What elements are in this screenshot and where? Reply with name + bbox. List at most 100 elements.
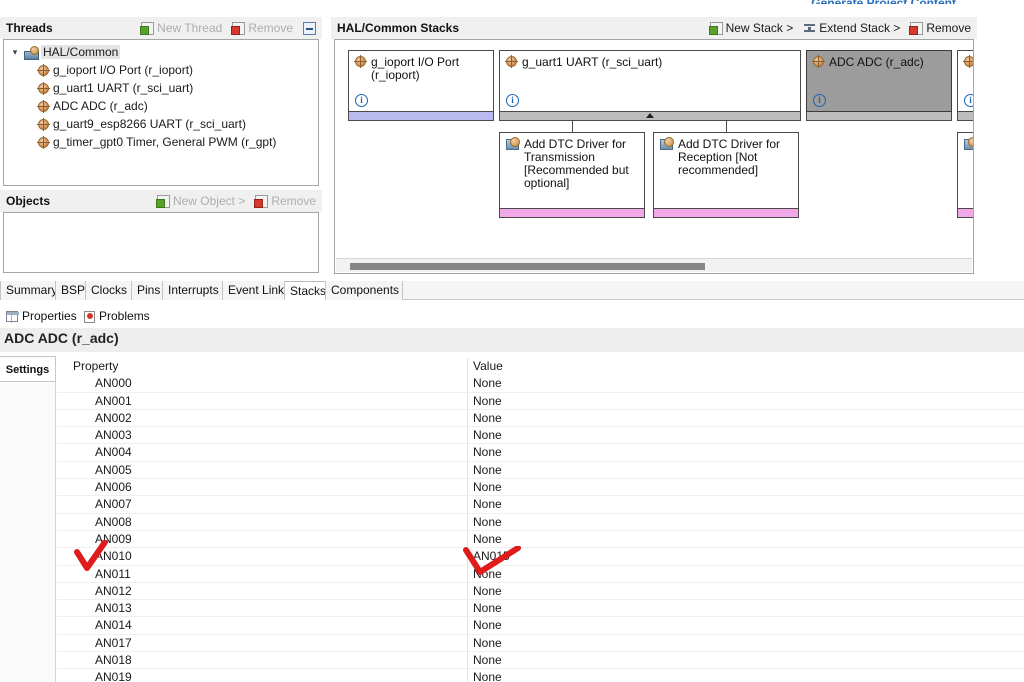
table-row[interactable]: AN002 None <box>57 410 1024 428</box>
tree-item-g-uart9-esp8266[interactable]: g_uart9_esp8266 UART (r_sci_uart) <box>4 115 318 133</box>
objects-list[interactable] <box>3 212 319 273</box>
new-object-label: New Object > <box>172 194 246 208</box>
table-row[interactable]: AN001 None <box>57 393 1024 410</box>
expand-up-arrow-icon[interactable] <box>646 113 654 118</box>
stack-module-g-uart1[interactable]: g_uart1 UART (r_sci_uart) i <box>499 50 801 112</box>
remove-stack-button[interactable]: Remove <box>909 17 971 39</box>
table-row[interactable]: AN012 None <box>57 583 1024 601</box>
tree-item-g-uart1[interactable]: g_uart1 UART (r_sci_uart) <box>4 79 318 97</box>
stacks-toolbar: New Stack > Extend Stack > Remove <box>708 17 977 39</box>
properties-header: ADC ADC (r_adc) <box>0 328 1024 352</box>
stack-module-adc[interactable]: ADC ADC (r_adc) i <box>806 50 952 112</box>
table-row[interactable]: AN014 None <box>57 617 1024 635</box>
row-value[interactable]: None <box>473 515 502 529</box>
row-value[interactable]: None <box>473 463 502 477</box>
stack-module-status-bar <box>957 112 973 121</box>
stack-child-box[interactable] <box>957 132 973 209</box>
tree-item-hal-common[interactable]: ▾ HAL/Common <box>4 43 318 61</box>
table-row[interactable]: AN013 None <box>57 600 1024 618</box>
row-value[interactable]: AN015 <box>473 549 510 563</box>
table-row[interactable]: AN000 None <box>57 375 1024 393</box>
tab-clocks[interactable]: Clocks <box>85 281 132 300</box>
tab-pins[interactable]: Pins <box>131 281 163 300</box>
row-value[interactable]: None <box>473 394 502 408</box>
tab-settings[interactable]: Settings <box>0 358 56 382</box>
row-value[interactable]: None <box>473 532 502 546</box>
tab-event-links[interactable]: Event Links <box>222 281 290 300</box>
row-value[interactable]: None <box>473 584 502 598</box>
info-icon[interactable]: i <box>355 94 368 107</box>
tree-item-g-ioport[interactable]: g_ioport I/O Port (r_ioport) <box>4 61 318 79</box>
extend-stack-button[interactable]: Extend Stack > <box>803 17 900 39</box>
generate-project-content-link[interactable]: Generate Project Content <box>811 0 956 4</box>
tab-summary[interactable]: Summary <box>0 281 57 300</box>
row-value[interactable]: None <box>473 618 502 632</box>
row-value[interactable]: None <box>473 411 502 425</box>
row-value[interactable]: None <box>473 670 502 682</box>
row-value[interactable]: None <box>473 636 502 650</box>
new-thread-button[interactable]: New Thread <box>140 17 222 39</box>
stacks-diagram-canvas[interactable]: g_ioport I/O Port (r_ioport) i g_uart1 U… <box>334 39 974 274</box>
threads-tree[interactable]: ▾ HAL/Common g_ioport I/O Port (r_ioport… <box>3 39 319 186</box>
table-row[interactable]: AN004 None <box>57 444 1024 462</box>
table-row[interactable]: AN011 None <box>57 566 1024 583</box>
stack-child-box[interactable]: Add DTC Driver for Reception [Not recomm… <box>653 132 799 209</box>
table-row[interactable]: AN005 None <box>57 462 1024 480</box>
objects-toolbar: New Object > Remove <box>155 190 322 212</box>
table-row[interactable]: AN018 None <box>57 652 1024 670</box>
table-row[interactable]: AN006 None <box>57 479 1024 497</box>
tree-item-adc[interactable]: ADC ADC (r_adc) <box>4 97 318 115</box>
table-row[interactable]: AN007 None <box>57 496 1024 514</box>
tab-stacks[interactable]: Stacks <box>284 281 326 300</box>
stack-module-partial[interactable]: i <box>957 50 973 112</box>
remove-object-button[interactable]: Remove <box>254 190 316 212</box>
chevron-down-icon[interactable]: ▾ <box>10 47 20 58</box>
module-icon <box>354 55 367 68</box>
new-stack-button[interactable]: New Stack > <box>708 17 793 39</box>
remove-thread-button[interactable]: Remove <box>231 17 293 39</box>
stack-column-partial: i <box>957 50 973 218</box>
threads-view-title-bar: Threads New Thread Remove <box>0 17 322 39</box>
properties-icon <box>6 311 19 323</box>
stacks-view-title-bar: HAL/Common Stacks New Stack > Extend Sta… <box>331 17 977 39</box>
table-row[interactable]: AN008 None <box>57 514 1024 531</box>
table-row[interactable]: AN003 None <box>57 427 1024 445</box>
row-value[interactable]: None <box>473 428 502 442</box>
table-row[interactable]: AN010 AN015 <box>57 548 1024 566</box>
stack-module-g-ioport[interactable]: g_ioport I/O Port (r_ioport) i <box>348 50 494 112</box>
collapse-all-icon[interactable] <box>303 21 316 35</box>
scrollbar-thumb[interactable] <box>350 263 705 270</box>
remove-object-label: Remove <box>271 194 316 208</box>
row-property: AN018 <box>95 653 132 668</box>
properties-table[interactable]: Property Value AN000 None AN001 None AN002… <box>57 358 1024 682</box>
tree-item-g-timer-gpt0[interactable]: g_timer_gpt0 Timer, General PWM (r_gpt) <box>4 133 318 151</box>
row-value[interactable]: None <box>473 480 502 494</box>
info-icon[interactable]: i <box>506 94 519 107</box>
row-property: AN011 <box>95 566 131 581</box>
ide-window: Generate Project Content Threads New Thr… <box>0 0 1024 682</box>
tab-components[interactable]: Components <box>325 281 403 300</box>
row-value[interactable]: None <box>473 497 502 511</box>
editor-tab-bar: Summary BSP Clocks Pins Interrupts Event… <box>0 281 1024 300</box>
tab-properties[interactable]: Properties <box>2 307 81 326</box>
tab-problems[interactable]: Problems <box>80 307 154 326</box>
row-value[interactable]: None <box>473 601 502 615</box>
row-value[interactable]: None <box>473 376 502 390</box>
info-icon[interactable]: i <box>964 94 973 107</box>
stacks-horizontal-scrollbar[interactable] <box>336 258 972 272</box>
table-row[interactable]: AN017 None <box>57 635 1024 653</box>
new-object-button[interactable]: New Object > <box>155 190 246 212</box>
table-row[interactable]: AN009 None <box>57 531 1024 549</box>
table-row[interactable]: AN019 None <box>57 669 1024 682</box>
module-icon <box>37 117 50 131</box>
extend-stack-icon <box>803 22 816 35</box>
extend-stack-label: Extend Stack > <box>819 21 901 35</box>
stack-connector <box>572 121 573 132</box>
info-icon[interactable]: i <box>813 94 826 107</box>
row-value[interactable]: None <box>473 445 502 459</box>
row-value[interactable]: None <box>473 653 502 667</box>
tab-bsp[interactable]: BSP <box>55 281 86 300</box>
stack-child-box[interactable]: Add DTC Driver for Transmission [Recomme… <box>499 132 645 209</box>
tab-interrupts[interactable]: Interrupts <box>162 281 223 300</box>
row-value[interactable]: None <box>473 567 502 581</box>
